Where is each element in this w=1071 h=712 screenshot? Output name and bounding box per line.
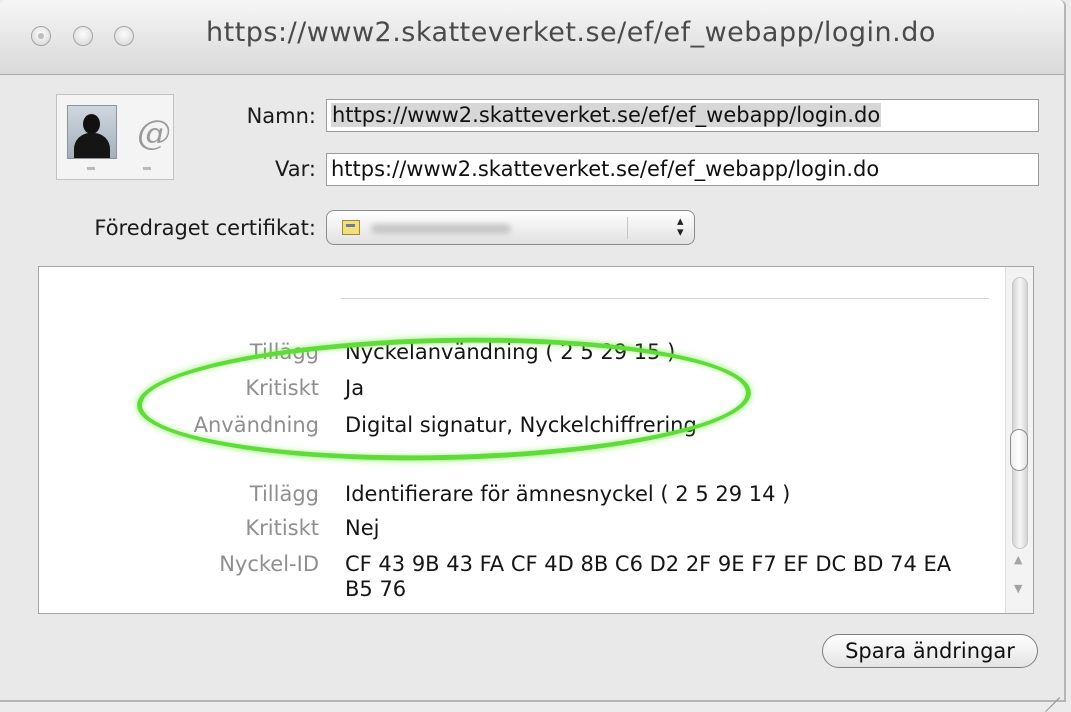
preferred-certificate-label: Föredraget certifikat: bbox=[94, 216, 316, 240]
detail-key: Tillägg bbox=[249, 482, 319, 506]
scroll-up-arrow-icon[interactable]: ▲ bbox=[1014, 553, 1022, 566]
section-divider bbox=[341, 298, 989, 299]
minimize-button[interactable] bbox=[73, 26, 93, 46]
scroll-down-arrow-icon[interactable]: ▼ bbox=[1014, 582, 1022, 595]
detail-value: Identifierare för ämnesnyckel ( 2 5 29 1… bbox=[345, 482, 791, 506]
title-bar: https://www2.skatteverket.se/ef/ef_webap… bbox=[0, 0, 1064, 75]
name-field[interactable]: https://www2.skatteverket.se/ef/ef_webap… bbox=[326, 99, 1039, 132]
save-changes-button[interactable]: Spara ändringar bbox=[822, 634, 1038, 668]
person-icon bbox=[67, 105, 117, 159]
zoom-button[interactable] bbox=[114, 26, 134, 46]
window-title: https://www2.skatteverket.se/ef/ef_webap… bbox=[206, 17, 936, 48]
identity-preference-icon: @ bbox=[56, 94, 174, 180]
vertical-scrollbar[interactable]: ▲ ▼ bbox=[1005, 267, 1033, 613]
where-field[interactable]: https://www2.skatteverket.se/ef/ef_webap… bbox=[326, 153, 1039, 186]
preferred-certificate-select[interactable]: ▴ ▾ bbox=[326, 210, 695, 245]
name-field-value: https://www2.skatteverket.se/ef/ef_webap… bbox=[331, 103, 882, 127]
close-button[interactable] bbox=[31, 26, 51, 46]
detail-key: Nyckel-ID bbox=[219, 552, 319, 576]
redacted-certificate-name bbox=[371, 224, 511, 234]
certificate-icon bbox=[342, 220, 360, 235]
scrollbar-thumb[interactable] bbox=[1010, 429, 1028, 471]
detail-value: Nej bbox=[345, 516, 380, 540]
where-label: Var: bbox=[275, 157, 316, 181]
detail-key: Kritiskt bbox=[245, 516, 319, 540]
detail-value: CF 43 9B 43 FA CF 4D 8B C6 D2 2F 9E F7 E… bbox=[345, 552, 952, 601]
scrollbar-track[interactable] bbox=[1012, 277, 1028, 549]
name-label: Namn: bbox=[246, 104, 316, 128]
select-arrows-icon: ▴ ▾ bbox=[677, 214, 684, 240]
at-sign-icon: @ bbox=[137, 113, 171, 153]
certificate-preferences-window: https://www2.skatteverket.se/ef/ef_webap… bbox=[0, 0, 1066, 712]
resize-grip-icon[interactable] bbox=[1040, 678, 1060, 712]
